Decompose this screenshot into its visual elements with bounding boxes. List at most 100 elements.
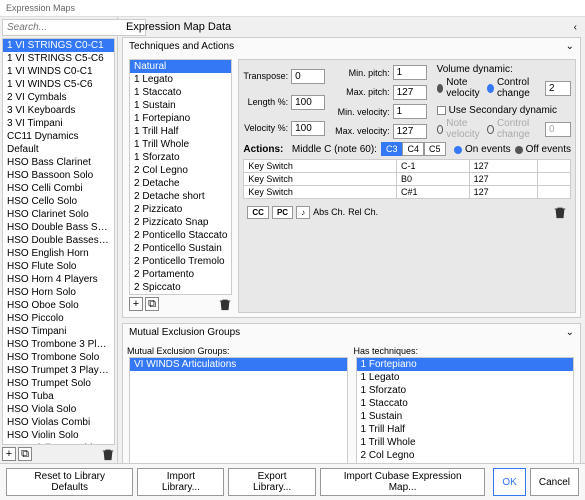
list-item[interactable]: 2 Ponticello Sustain (130, 242, 231, 255)
list-item[interactable]: 1 VI WINDS C0-C1 (3, 65, 114, 78)
list-item[interactable]: HSO Double Bass Solo Combi (3, 221, 114, 234)
list-item[interactable]: 1 Trill Half (357, 423, 574, 436)
onevents-dot[interactable] (454, 146, 462, 154)
absch-label[interactable]: Abs Ch. (313, 207, 345, 217)
list-item[interactable]: HSO Bass Clarinet (3, 156, 114, 169)
list-item[interactable]: 2 Pizzicato (130, 203, 231, 216)
list-item[interactable]: 1 Trill Whole (130, 138, 231, 151)
table-row[interactable]: Key SwitchC#1127 (244, 186, 571, 199)
list-item[interactable]: HSO Trumpet Solo (3, 377, 114, 390)
cc-button[interactable]: CC (247, 206, 269, 219)
meg-groups-list[interactable]: VI WINDS Articulations (129, 357, 348, 463)
delete-technique-button[interactable] (218, 297, 232, 311)
octave-pill[interactable]: C3 (381, 142, 403, 156)
list-item[interactable]: 2 Col Legno (130, 164, 231, 177)
secondary-checkbox[interactable] (437, 106, 446, 115)
list-item[interactable]: Default (3, 143, 114, 156)
list-item[interactable]: Natural (130, 60, 231, 73)
meg-has-list[interactable]: 1 Fortepiano1 Legato1 Sforzato1 Staccato… (356, 357, 575, 463)
list-item[interactable]: 1 Fortepiano (130, 112, 231, 125)
minpitch-input[interactable] (393, 65, 427, 80)
list-item[interactable]: HSO Bassoon Solo (3, 169, 114, 182)
list-item[interactable]: HSO Viola Solo (3, 403, 114, 416)
list-item[interactable]: 2 VI Cymbals (3, 91, 114, 104)
list-item[interactable]: HSO Trombone 3 Players (3, 338, 114, 351)
list-item[interactable]: HSO Violin Solo (3, 429, 114, 442)
note-button[interactable]: ♪ (296, 206, 310, 219)
list-item[interactable]: 2 Col Legno (357, 449, 574, 462)
duplicate-technique-button[interactable]: ⧉ (145, 297, 159, 311)
list-item[interactable]: HSO Horn Solo (3, 286, 114, 299)
maxpitch-input[interactable] (393, 85, 427, 100)
list-item[interactable]: 1 Trill Half (130, 125, 231, 138)
list-item[interactable]: HSO Cello Solo (3, 195, 114, 208)
maxvel-input[interactable] (393, 124, 427, 139)
list-item[interactable]: HSO Timpani (3, 325, 114, 338)
list-item[interactable]: HSO Trombone Solo (3, 351, 114, 364)
reset-button[interactable]: Reset to Library Defaults (6, 468, 133, 496)
list-item[interactable]: 1 Sforzato (357, 384, 574, 397)
list-item[interactable]: 2 Ponticello Tremolo (130, 255, 231, 268)
duplicate-map-button[interactable]: ⧉ (18, 447, 32, 461)
list-item[interactable]: HSO Trumpet 3 Players (3, 364, 114, 377)
list-item[interactable]: HSO Flute Solo (3, 260, 114, 273)
maps-list[interactable]: 1 VI STRINGS C0-C11 VI STRINGS C5-C61 VI… (2, 38, 115, 445)
velocity-input[interactable] (291, 121, 325, 136)
collapse-meg-icon[interactable]: ⌄ (566, 327, 574, 338)
collapse-header-icon[interactable]: ‹ (574, 22, 577, 33)
list-item[interactable]: 1 VI STRINGS C0-C1 (3, 39, 114, 52)
delete-map-button[interactable] (101, 447, 115, 461)
add-map-button[interactable]: + (2, 447, 16, 461)
offevents-dot[interactable] (515, 146, 523, 154)
list-item[interactable]: CC11 Dynamics (3, 130, 114, 143)
list-item[interactable]: 2 Detache (130, 177, 231, 190)
list-item[interactable]: 1 Staccato (130, 86, 231, 99)
list-item[interactable]: 2 Portamento (130, 268, 231, 281)
import-library-button[interactable]: Import Library... (137, 468, 224, 496)
list-item[interactable]: HSO Celli Combi (3, 182, 114, 195)
octave-pill[interactable]: C5 (424, 142, 446, 156)
ctrlchg-radio[interactable] (487, 84, 494, 93)
delete-action-button[interactable] (553, 205, 567, 219)
list-item[interactable]: 1 Trill Whole (357, 436, 574, 449)
list-item[interactable]: 1 VI STRINGS C5-C6 (3, 52, 114, 65)
table-row[interactable]: Key SwitchB0127 (244, 173, 571, 186)
collapse-tech-icon[interactable]: ⌄ (566, 41, 574, 52)
actions-table[interactable]: Key SwitchC-1127 Key SwitchB0127 Key Swi… (243, 159, 571, 199)
transpose-input[interactable] (291, 69, 325, 84)
list-item[interactable]: 1 Legato (130, 73, 231, 86)
list-item[interactable]: HSO Horn 4 Players (3, 273, 114, 286)
pc-button[interactable]: PC (272, 206, 293, 219)
octave-pill[interactable]: C4 (402, 142, 424, 156)
list-item[interactable]: 1 Legato (357, 371, 574, 384)
list-item[interactable]: 2 Spiccato (130, 281, 231, 294)
list-item[interactable]: 1 Sforzato (130, 151, 231, 164)
length-input[interactable] (291, 95, 325, 110)
techniques-list[interactable]: Natural1 Legato1 Staccato1 Sustain1 Fort… (129, 59, 232, 295)
list-item[interactable]: HSO Violas Combi (3, 416, 114, 429)
list-item[interactable]: 1 Sustain (357, 410, 574, 423)
table-row[interactable]: Key SwitchC-1127 (244, 160, 571, 173)
ok-button[interactable]: OK (493, 468, 525, 496)
export-library-button[interactable]: Export Library... (228, 468, 315, 496)
list-item[interactable]: HSO Clarinet Solo (3, 208, 114, 221)
list-item[interactable]: HSO Piccolo (3, 312, 114, 325)
list-item[interactable]: HSO Double Basses Combi (3, 234, 114, 247)
notevel-radio[interactable] (437, 84, 444, 93)
list-item[interactable]: VI WINDS Articulations (130, 358, 347, 371)
list-item[interactable]: HSO English Horn (3, 247, 114, 260)
list-item[interactable]: 2 Detache short (130, 190, 231, 203)
minvel-input[interactable] (393, 104, 427, 119)
list-item[interactable]: 3 VI Timpani (3, 117, 114, 130)
list-item[interactable]: 3 VI Keyboards (3, 104, 114, 117)
list-item[interactable]: HSO Tuba (3, 390, 114, 403)
add-technique-button[interactable]: + (129, 297, 143, 311)
import-cubase-button[interactable]: Import Cubase Expression Map... (320, 468, 486, 496)
list-item[interactable]: 2 Ponticello Staccato (130, 229, 231, 242)
list-item[interactable]: 2 Pizzicato Snap (130, 216, 231, 229)
relch-label[interactable]: Rel Ch. (348, 207, 378, 217)
list-item[interactable]: HSO Oboe Solo (3, 299, 114, 312)
cancel-button[interactable]: Cancel (530, 468, 579, 496)
list-item[interactable]: 1 VI WINDS C5-C6 (3, 78, 114, 91)
ctrlchg-input[interactable] (545, 81, 571, 96)
